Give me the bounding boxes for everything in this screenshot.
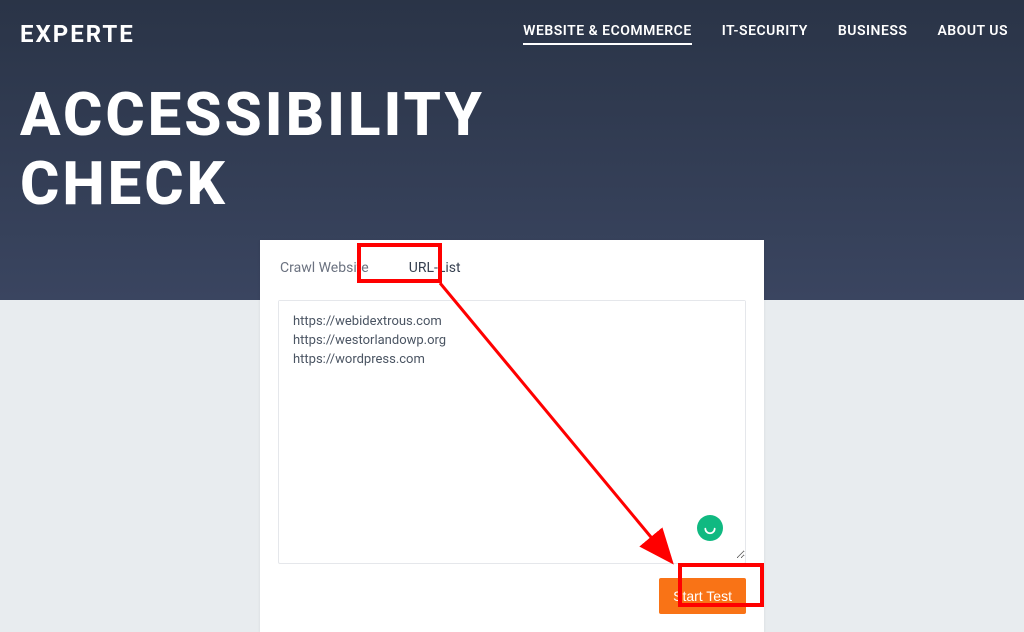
page-title: ACCESSIBILITYCHECK — [0, 48, 1024, 218]
nav-website-ecommerce[interactable]: WEBSITE & ECOMMERCE — [523, 23, 692, 45]
header: EXPERTE WEBSITE & ECOMMERCE IT-SECURITY … — [0, 0, 1024, 48]
input-mode-tabs: Crawl Website URL-List — [278, 240, 746, 288]
nav-about-us[interactable]: ABOUT US — [937, 23, 1008, 45]
nav-it-security[interactable]: IT-SECURITY — [722, 23, 808, 45]
accessibility-card: Crawl Website URL-List Start Test — [260, 240, 764, 632]
brand-logo[interactable]: EXPERTE — [20, 20, 135, 48]
start-test-button[interactable]: Start Test — [659, 578, 746, 614]
tab-url-list[interactable]: URL-List — [407, 252, 479, 288]
tab-crawl-website[interactable]: Crawl Website — [278, 252, 387, 288]
main-nav: WEBSITE & ECOMMERCE IT-SECURITY BUSINESS… — [523, 23, 1008, 45]
nav-business[interactable]: BUSINESS — [838, 23, 908, 45]
chat-widget-icon[interactable] — [697, 515, 723, 541]
card-actions: Start Test — [278, 578, 746, 614]
url-list-input[interactable] — [279, 301, 745, 559]
url-textarea-wrapper — [278, 300, 746, 564]
